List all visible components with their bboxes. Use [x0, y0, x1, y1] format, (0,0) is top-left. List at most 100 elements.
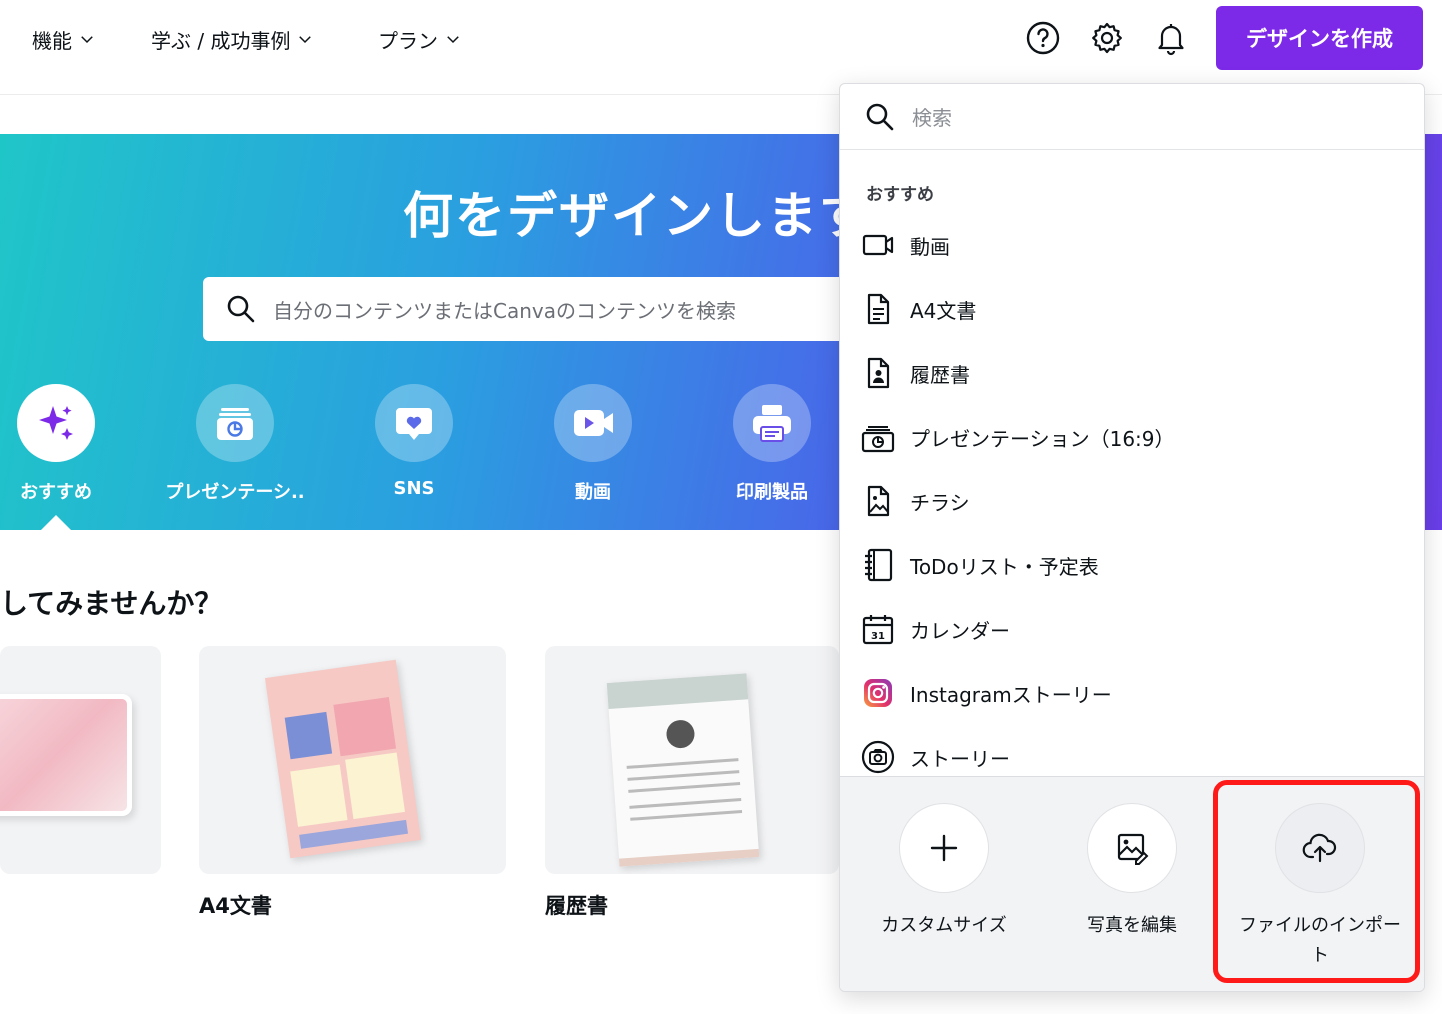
dropdown-item-label: ストーリー	[910, 746, 1010, 771]
heart-chat-icon	[396, 408, 432, 440]
template-card-card[interactable]	[0, 646, 161, 874]
dropdown-search-input[interactable]: 検索	[840, 84, 1424, 150]
template-label-a4: A4文書	[199, 894, 272, 918]
notebook-icon	[860, 547, 896, 583]
thumb-block	[619, 848, 760, 867]
nav-learn-menu[interactable]: 学ぶ / 成功事例	[151, 24, 314, 54]
category-print-label: 印刷製品	[736, 482, 808, 503]
dropdown-item-presentation[interactable]: プレゼンテーション（16:9）	[860, 415, 1175, 459]
thumb-block	[345, 752, 405, 820]
category-recommended[interactable]: おすすめ	[0, 384, 131, 504]
presentation-icon	[860, 419, 896, 455]
notification-bell-icon[interactable]	[1151, 18, 1191, 58]
dropdown-item-calendar[interactable]: 31 カレンダー	[860, 607, 1010, 651]
printer-icon	[753, 405, 791, 442]
dropdown-item-todo[interactable]: ToDoリスト・予定表	[860, 543, 1099, 587]
chevron-down-icon	[447, 36, 459, 44]
dropdown-item-instagram-story[interactable]: Instagramストーリー	[860, 671, 1112, 715]
thumb-block	[628, 782, 741, 793]
import-highlight-annotation	[1213, 780, 1420, 983]
dropdown-item-story[interactable]: ストーリー	[860, 735, 1010, 779]
hero-search-placeholder: 自分のコンテンツまたはCanvaのコンテンツを検索	[273, 298, 736, 323]
category-presentation-label: プレゼンテーシ..	[165, 482, 305, 503]
create-design-button[interactable]: デザインを作成	[1216, 6, 1423, 70]
video-icon	[860, 227, 896, 263]
a4-thumbnail	[264, 659, 422, 859]
dropdown-item-label: カレンダー	[910, 618, 1010, 643]
search-icon	[227, 295, 255, 323]
chevron-down-icon	[299, 36, 312, 44]
dropdown-item-label: A4文書	[910, 298, 977, 323]
category-video-label: 動画	[575, 482, 611, 503]
help-icon[interactable]	[1023, 18, 1063, 58]
dropdown-search-placeholder: 検索	[912, 106, 952, 130]
dropdown-item-flyer[interactable]: チラシ	[860, 479, 970, 523]
dropdown-item-label: Instagramストーリー	[910, 682, 1112, 707]
thumb-block	[665, 719, 696, 750]
resume-icon	[860, 355, 896, 391]
plus-icon	[930, 834, 958, 862]
dropdown-section-label: おすすめ	[866, 185, 934, 205]
calendar-day-text: 31	[871, 631, 885, 642]
category-sns[interactable]: SNS	[339, 384, 489, 499]
card-thumbnail	[0, 694, 132, 816]
category-sns-label: SNS	[393, 478, 435, 499]
category-print-circle	[733, 384, 811, 462]
dropdown-item-label: プレゼンテーション（16:9）	[910, 426, 1175, 451]
template-card-resume[interactable]	[545, 646, 839, 874]
presentation-icon	[217, 408, 253, 440]
category-video-circle	[554, 384, 632, 462]
thumb-block	[630, 809, 743, 821]
flyer-icon	[860, 483, 896, 519]
dropdown-item-label: チラシ	[910, 490, 970, 515]
custom-size-circle	[899, 803, 989, 893]
thumb-block	[606, 673, 749, 710]
category-presentation-circle	[196, 384, 274, 462]
dropdown-item-video[interactable]: 動画	[860, 223, 950, 267]
camera-icon	[860, 739, 896, 775]
search-icon	[866, 103, 894, 130]
custom-size-button[interactable]: カスタムサイズ	[850, 803, 1038, 941]
hero-search-input[interactable]: 自分のコンテンツまたはCanvaのコンテンツを検索	[203, 277, 903, 341]
thumb-block	[333, 697, 397, 757]
template-label-resume: 履歴書	[545, 894, 608, 918]
top-navigation: 機能 学ぶ / 成功事例 プラン デザインを作成	[0, 0, 1442, 95]
thumb-block	[629, 798, 742, 809]
canva-home-page: 機能 学ぶ / 成功事例 プラン デザインを作成 何をデザインしますか？ 自分の…	[0, 0, 1442, 1014]
edit-photo-button[interactable]: 写真を編集	[1038, 803, 1226, 941]
edit-photo-label: 写真を編集	[1087, 915, 1177, 936]
nav-plans-menu[interactable]: プラン	[378, 24, 462, 54]
instagram-icon	[860, 675, 896, 711]
category-sns-circle	[375, 384, 453, 462]
image-edit-icon	[1117, 833, 1149, 865]
template-card-a4[interactable]	[199, 646, 506, 874]
sparkle-icon	[39, 406, 73, 440]
nav-plans-label: プラン	[378, 28, 438, 53]
chevron-down-icon	[81, 36, 93, 44]
nav-learn-label: 学ぶ / 成功事例	[151, 28, 291, 53]
dropdown-item-resume[interactable]: 履歴書	[860, 351, 970, 395]
dropdown-item-label: ToDoリスト・予定表	[910, 554, 1099, 579]
suggestions-heading: してみませんか？	[0, 587, 223, 620]
calendar-icon: 31	[860, 611, 896, 647]
active-category-indicator	[40, 515, 72, 531]
nav-features-menu[interactable]: 機能	[32, 24, 96, 54]
nav-features-label: 機能	[32, 28, 72, 53]
edit-photo-circle	[1087, 803, 1177, 893]
settings-gear-icon[interactable]	[1087, 18, 1127, 58]
dropdown-item-label: 履歴書	[910, 362, 970, 387]
category-recommended-label: おすすめ	[20, 482, 92, 503]
dropdown-item-label: 動画	[910, 234, 950, 259]
category-presentation[interactable]: プレゼンテーシ..	[160, 384, 310, 504]
custom-size-label: カスタムサイズ	[881, 915, 1007, 936]
document-icon	[860, 291, 896, 327]
video-camera-icon	[574, 410, 613, 436]
thumb-block	[626, 758, 739, 769]
thumb-block	[290, 764, 348, 827]
resume-thumbnail	[606, 673, 760, 867]
category-recommended-circle	[17, 384, 95, 462]
category-video[interactable]: 動画	[518, 384, 668, 504]
thumb-block	[627, 770, 740, 781]
dropdown-item-a4[interactable]: A4文書	[860, 287, 976, 331]
category-print[interactable]: 印刷製品	[697, 384, 847, 504]
